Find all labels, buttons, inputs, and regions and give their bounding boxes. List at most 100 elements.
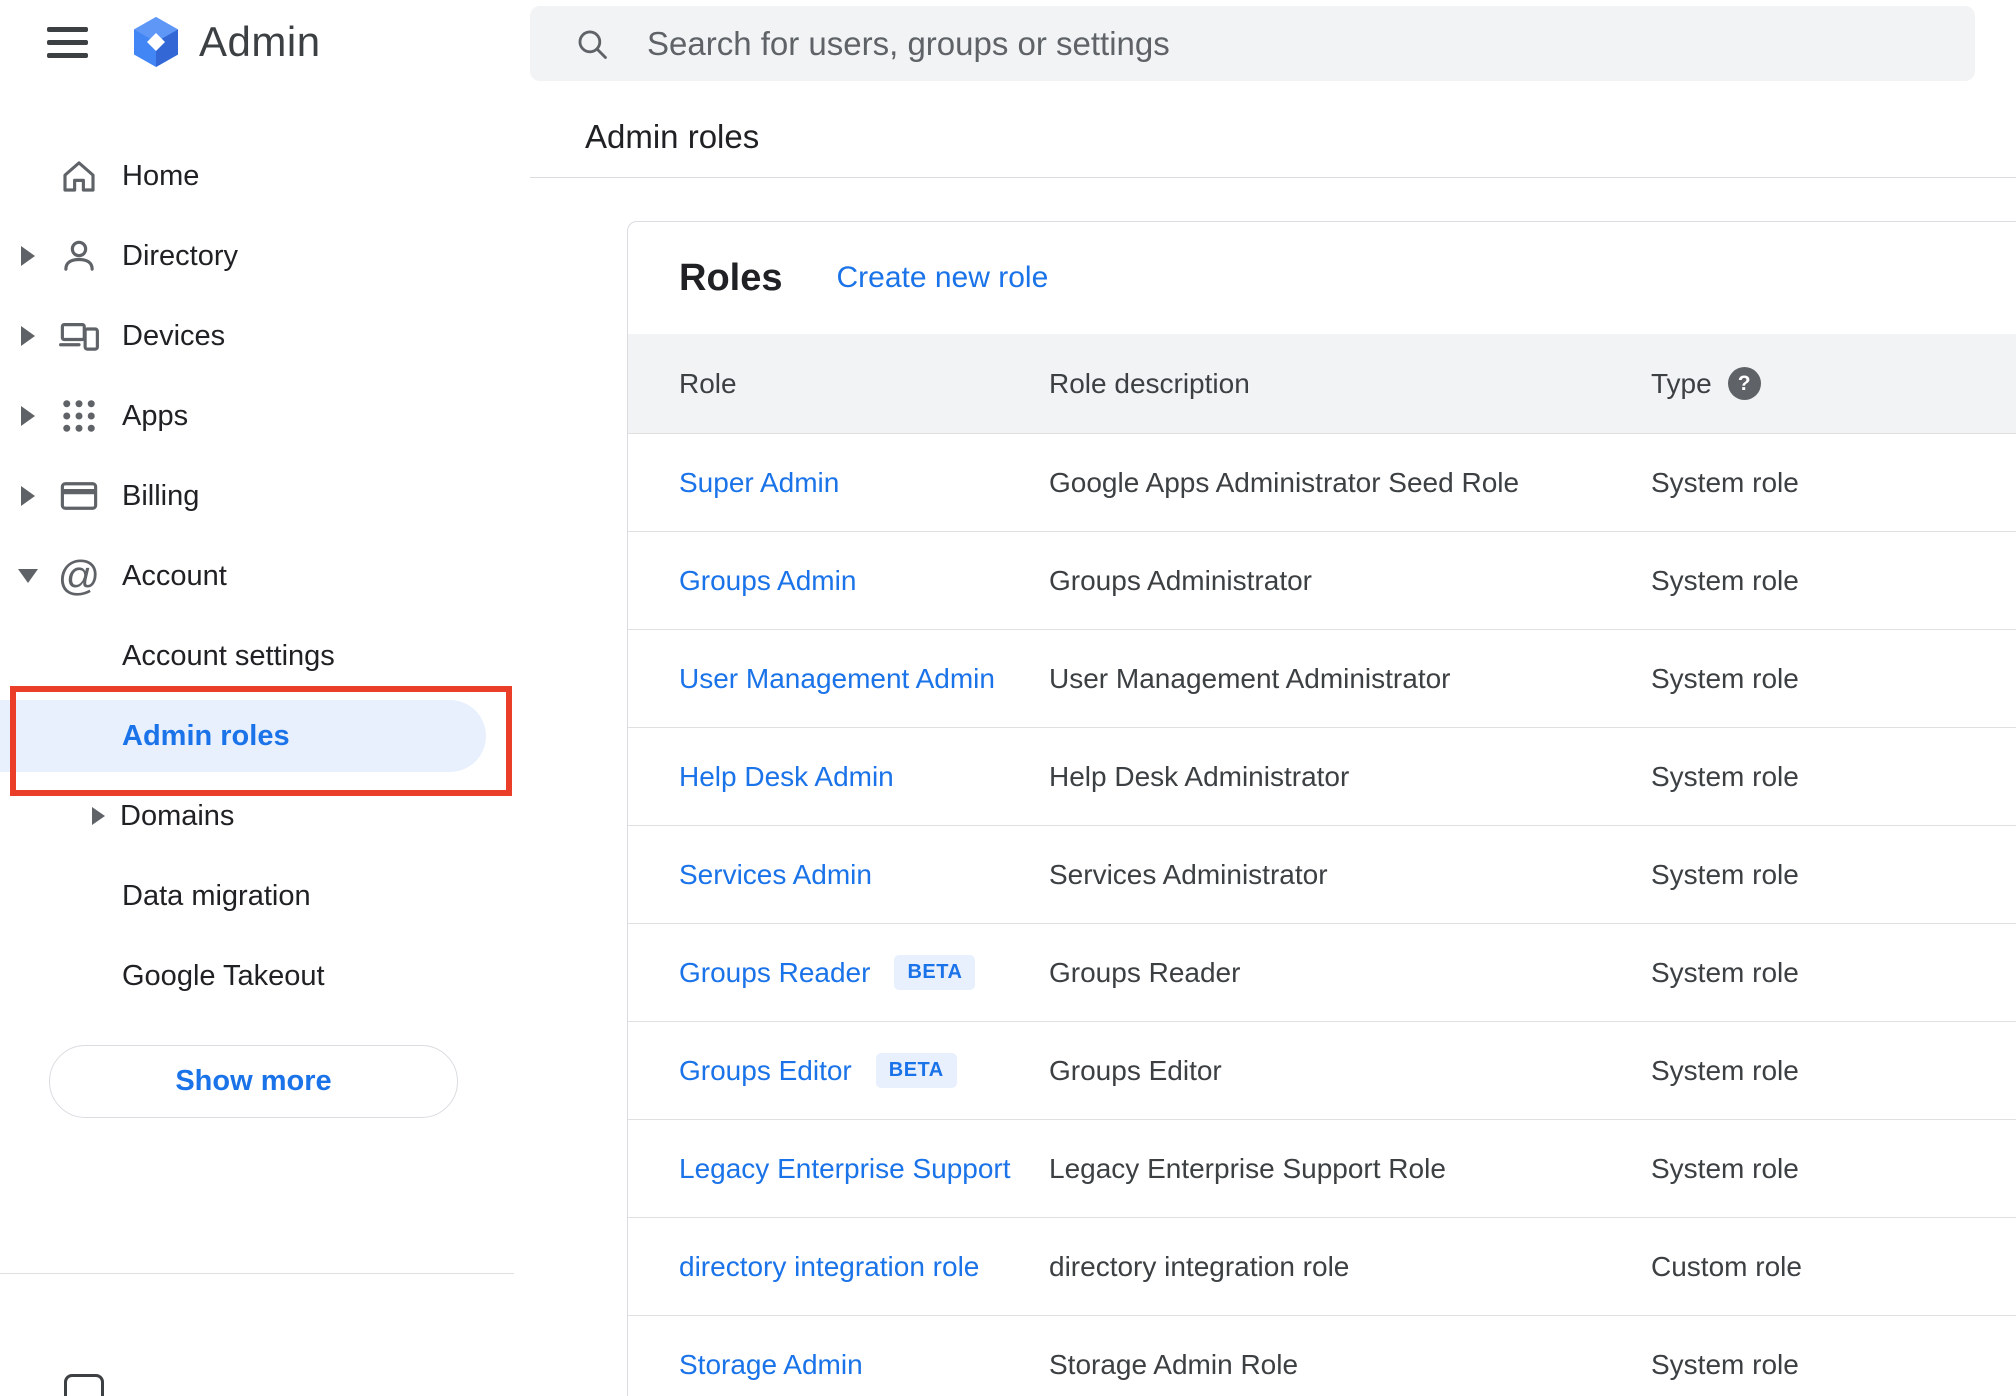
beta-badge: BETA xyxy=(894,955,976,990)
role-type: System role xyxy=(1651,1054,1799,1086)
admin-console: Admin Home Directory Devices Apps Billin… xyxy=(0,0,2016,1396)
chevron-down-icon xyxy=(0,569,56,583)
sidebar-item-directory[interactable]: Directory xyxy=(0,216,514,296)
role-description: Groups Administrator xyxy=(1049,564,1312,596)
sidebar-item-label: Account xyxy=(122,559,227,592)
column-header-role: Role xyxy=(679,367,737,399)
table-row: directory integration role directory int… xyxy=(628,1217,2016,1315)
sidebar-item-admin-roles[interactable]: Admin roles xyxy=(0,700,486,772)
role-type: System role xyxy=(1651,858,1799,890)
role-link[interactable]: User Management Admin xyxy=(679,663,995,695)
role-description: directory integration role xyxy=(1049,1250,1350,1282)
table-row: Groups Reader BETA Groups Reader System … xyxy=(628,923,2016,1021)
search-icon xyxy=(578,30,607,59)
column-header-description: Role description xyxy=(1049,367,1250,399)
devices-icon xyxy=(56,313,102,359)
billing-card-icon xyxy=(56,473,102,519)
roles-card-header: Roles Create new role xyxy=(628,222,2016,334)
role-link[interactable]: Services Admin xyxy=(679,859,872,891)
sidebar-item-billing[interactable]: Billing xyxy=(0,456,514,536)
role-type: System role xyxy=(1651,1152,1799,1184)
table-row: Legacy Enterprise Support Legacy Enterpr… xyxy=(628,1119,2016,1217)
brand-title: Admin xyxy=(199,18,321,65)
at-icon: @ xyxy=(57,552,101,599)
table-row: Storage Admin Storage Admin Role System … xyxy=(628,1315,2016,1396)
sidebar-item-label: Account settings xyxy=(122,639,335,672)
role-type: System role xyxy=(1651,956,1799,988)
role-link[interactable]: Groups Editor xyxy=(679,1055,852,1087)
beta-badge: BETA xyxy=(875,1053,957,1088)
role-description: Help Desk Administrator xyxy=(1049,760,1350,792)
sidebar-nav: Home Directory Devices Apps Billing @ Ac… xyxy=(0,136,514,1118)
role-description: Groups Reader xyxy=(1049,956,1241,988)
sidebar-item-devices[interactable]: Devices xyxy=(0,296,514,376)
show-more-button[interactable]: Show more xyxy=(49,1045,458,1118)
table-row: User Management Admin User Management Ad… xyxy=(628,629,2016,727)
roles-heading: Roles xyxy=(679,256,783,299)
chevron-right-icon xyxy=(0,406,56,426)
table-row: Services Admin Services Administrator Sy… xyxy=(628,825,2016,923)
role-description: Legacy Enterprise Support Role xyxy=(1049,1152,1446,1184)
role-link[interactable]: Help Desk Admin xyxy=(679,761,894,793)
sidebar-item-data-migration[interactable]: Data migration xyxy=(0,856,514,936)
role-type: System role xyxy=(1651,564,1799,596)
page-title: Admin roles xyxy=(585,118,760,155)
column-header-type: Type xyxy=(1651,367,1712,399)
role-description: Storage Admin Role xyxy=(1049,1348,1299,1380)
sidebar-item-google-takeout[interactable]: Google Takeout xyxy=(0,936,514,1016)
sidebar-header: Admin xyxy=(0,0,514,84)
sidebar-item-label: Apps xyxy=(122,399,189,432)
sidebar-item-label: Billing xyxy=(122,479,200,512)
table-header-row: Role Role description Type ? xyxy=(628,334,2016,433)
sidebar: Admin Home Directory Devices Apps Billin… xyxy=(0,0,514,1396)
sidebar-item-label: Google Takeout xyxy=(122,959,325,992)
role-link[interactable]: Groups Admin xyxy=(679,565,856,597)
sidebar-bottom-icon[interactable] xyxy=(64,1374,104,1396)
role-link[interactable]: Storage Admin xyxy=(679,1349,863,1381)
table-row: Help Desk Admin Help Desk Administrator … xyxy=(628,727,2016,825)
role-link[interactable]: directory integration role xyxy=(679,1251,979,1283)
role-description: User Management Administrator xyxy=(1049,662,1451,694)
apps-grid-icon xyxy=(56,393,102,439)
role-link[interactable]: Super Admin xyxy=(679,467,839,499)
sidebar-item-label: Domains xyxy=(120,799,235,832)
sidebar-item-domains[interactable]: Domains xyxy=(0,776,514,856)
chevron-right-icon xyxy=(0,326,56,346)
admin-logo-icon xyxy=(128,14,184,70)
person-icon xyxy=(56,233,102,279)
header-divider xyxy=(530,177,2016,178)
sidebar-item-label: Data migration xyxy=(122,879,311,912)
sidebar-item-label: Admin roles xyxy=(122,719,290,752)
chevron-right-icon xyxy=(0,246,56,266)
main-content: Admin roles Roles Create new role Role R… xyxy=(514,0,2016,1396)
sidebar-item-apps[interactable]: Apps xyxy=(0,376,514,456)
role-link[interactable]: Groups Reader xyxy=(679,957,870,989)
chevron-right-icon xyxy=(92,807,105,825)
role-type: System role xyxy=(1651,760,1799,792)
sidebar-item-label: Home xyxy=(122,159,200,192)
sidebar-divider xyxy=(0,1273,514,1274)
search-bar xyxy=(530,6,1975,81)
sidebar-item-account-settings[interactable]: Account settings xyxy=(0,616,514,696)
role-description: Google Apps Administrator Seed Role xyxy=(1049,466,1520,498)
role-link[interactable]: Legacy Enterprise Support xyxy=(679,1153,1011,1185)
table-row: Groups Editor BETA Groups Editor System … xyxy=(628,1021,2016,1119)
home-icon xyxy=(56,153,102,199)
role-type: Custom role xyxy=(1651,1250,1802,1282)
sidebar-item-home[interactable]: Home xyxy=(0,136,514,216)
menu-icon[interactable] xyxy=(47,26,88,58)
table-row: Groups Admin Groups Administrator System… xyxy=(628,531,2016,629)
search-input[interactable] xyxy=(647,24,1975,63)
create-new-role-link[interactable]: Create new role xyxy=(836,261,1048,295)
roles-card: Roles Create new role Role Role descript… xyxy=(627,221,2016,1396)
role-description: Groups Editor xyxy=(1049,1054,1222,1086)
sidebar-item-label: Directory xyxy=(122,239,239,272)
role-type: System role xyxy=(1651,466,1799,498)
role-description: Services Administrator xyxy=(1049,858,1328,890)
sidebar-item-account[interactable]: @ Account xyxy=(0,536,514,616)
sidebar-item-label: Devices xyxy=(122,319,226,352)
role-type: System role xyxy=(1651,662,1799,694)
table-row: Super Admin Google Apps Administrator Se… xyxy=(628,433,2016,531)
chevron-right-icon xyxy=(0,486,56,506)
help-icon[interactable]: ? xyxy=(1727,367,1761,400)
